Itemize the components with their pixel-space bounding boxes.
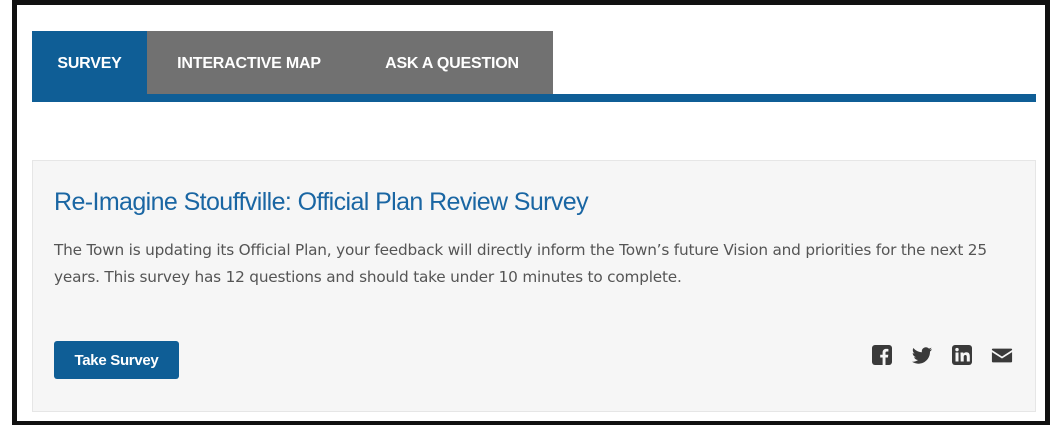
- take-survey-button[interactable]: Take Survey: [54, 341, 179, 379]
- linkedin-icon[interactable]: [951, 344, 973, 366]
- page-frame: SURVEY INTERACTIVE MAP ASK A QUESTION Re…: [12, 0, 1050, 425]
- tab-underline: [32, 94, 1036, 102]
- survey-title[interactable]: Re-Imagine Stouffville: Official Plan Re…: [54, 188, 589, 217]
- survey-card: Re-Imagine Stouffville: Official Plan Re…: [32, 160, 1036, 412]
- twitter-icon[interactable]: [911, 344, 933, 366]
- tab-interactive-map[interactable]: INTERACTIVE MAP: [147, 31, 351, 96]
- survey-description: The Town is updating its Official Plan, …: [54, 241, 987, 286]
- tab-bar: SURVEY INTERACTIVE MAP ASK A QUESTION: [32, 31, 1036, 103]
- share-icons: [871, 344, 1013, 366]
- email-icon[interactable]: [991, 344, 1013, 366]
- facebook-icon[interactable]: [871, 344, 893, 366]
- tabs: SURVEY INTERACTIVE MAP ASK A QUESTION: [32, 31, 553, 96]
- tab-ask-a-question[interactable]: ASK A QUESTION: [351, 31, 553, 96]
- tab-survey[interactable]: SURVEY: [32, 31, 147, 96]
